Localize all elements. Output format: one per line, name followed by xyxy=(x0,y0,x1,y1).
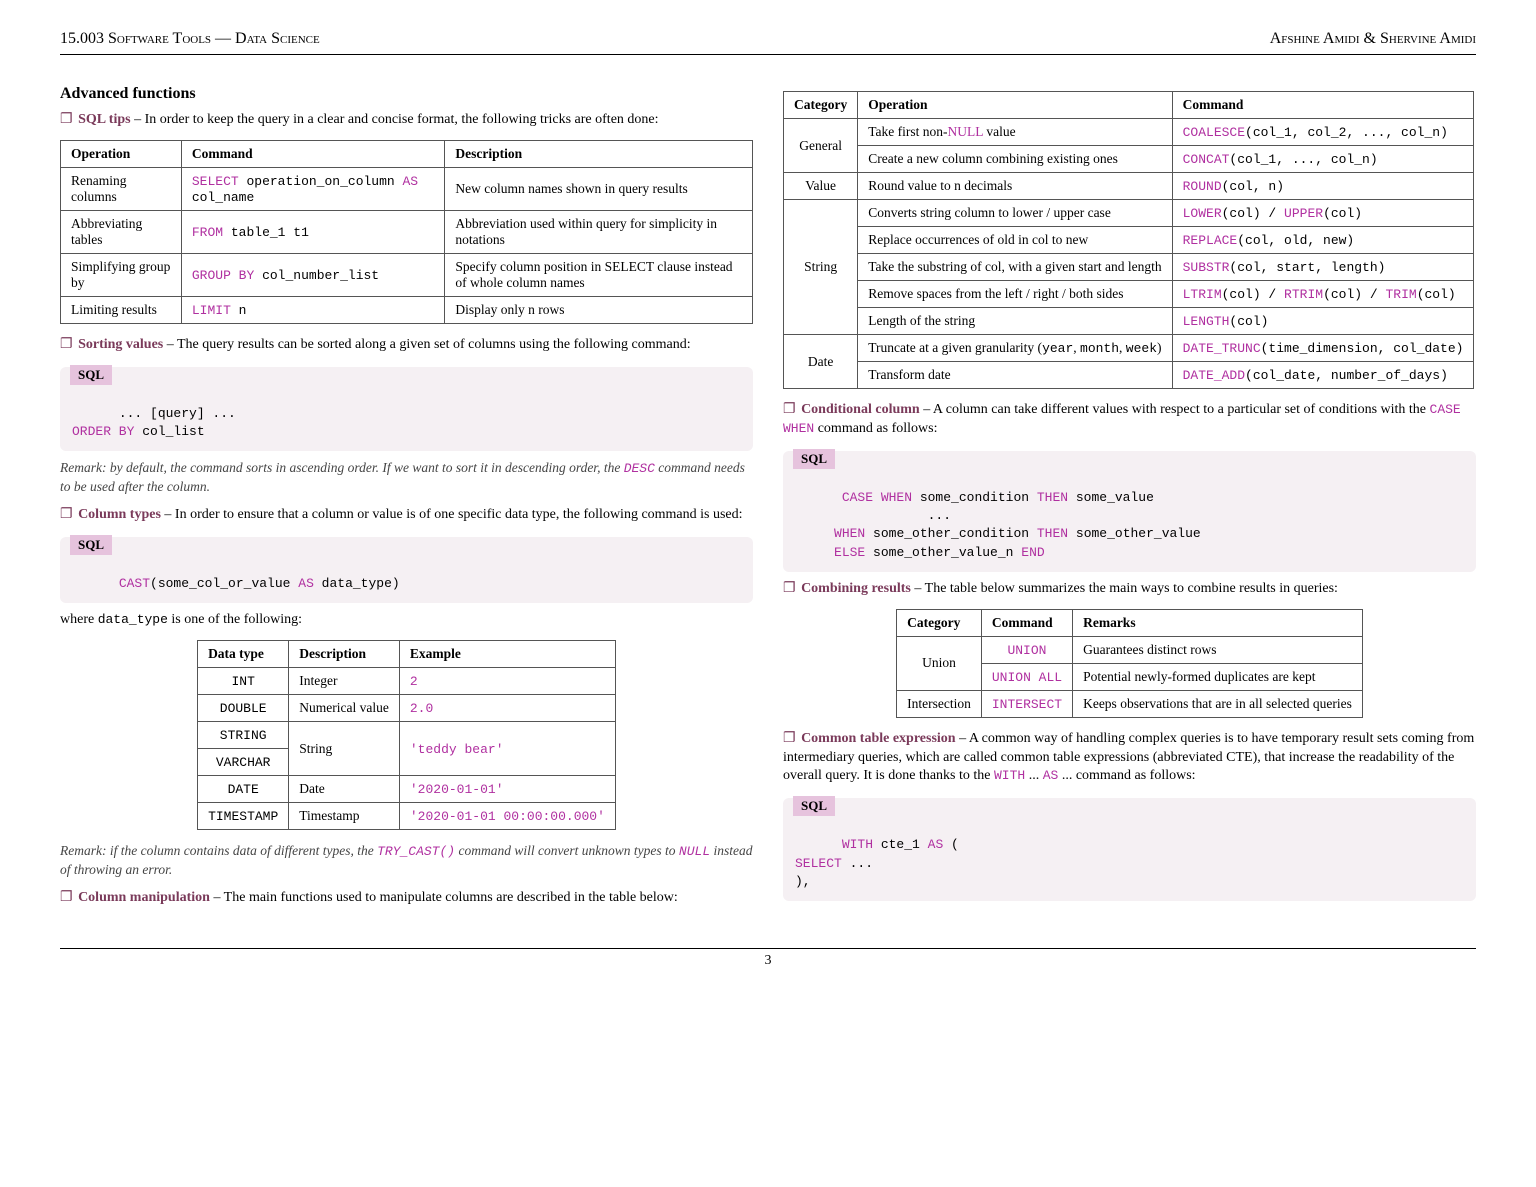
table-row: STRINGString'teddy bear' xyxy=(198,722,616,749)
header-right: Afshine Amidi & Shervine Amidi xyxy=(1270,30,1476,48)
code-lang: SQL xyxy=(793,796,835,816)
conditional-label: Conditional column xyxy=(801,402,920,417)
types-remark: Remark: if the column contains data of d… xyxy=(60,842,753,879)
table-header: Description xyxy=(445,140,753,167)
section-title: Advanced functions xyxy=(60,85,753,103)
table-row: Take the substring of col, with a given … xyxy=(784,254,1474,281)
cte-code: SQLWITH cte_1 AS ( SELECT ... ), xyxy=(783,798,1476,901)
table-header: Command xyxy=(981,609,1072,636)
table-header: Remarks xyxy=(1073,609,1363,636)
page-footer: 3 xyxy=(60,948,1476,969)
bullet-icon: ❐ xyxy=(60,337,73,352)
coltypes-code: SQLCAST(some_col_or_value AS data_type) xyxy=(60,537,753,603)
conditional-para: ❐ Conditional column – A column can take… xyxy=(783,401,1476,439)
coltypes-text: – In order to ensure that a column or va… xyxy=(161,507,743,522)
table-row: Replace occurrences of old in col to new… xyxy=(784,227,1474,254)
tips-table: OperationCommandDescriptionRenaming colu… xyxy=(60,140,753,324)
table-row: INTInteger2 xyxy=(198,668,616,695)
page-number: 3 xyxy=(765,953,772,968)
table-row: Limiting resultsLIMIT nDisplay only n ro… xyxy=(61,296,753,323)
bullet-icon: ❐ xyxy=(60,890,73,905)
left-column: Advanced functions ❐ SQL tips – In order… xyxy=(60,85,753,918)
table-header: Category xyxy=(784,92,858,119)
table-row: DOUBLENumerical value2.0 xyxy=(198,695,616,722)
sorting-para: ❐ Sorting values – The query results can… xyxy=(60,336,753,355)
colmanip-para: ❐ Column manipulation – The main functio… xyxy=(60,889,753,908)
code-lang: SQL xyxy=(70,365,112,385)
table-row: Renaming columnsSELECT operation_on_colu… xyxy=(61,167,753,210)
table-header: Category xyxy=(897,609,982,636)
coltypes-after: where data_type is one of the following: xyxy=(60,611,753,630)
table-row: TIMESTAMPTimestamp'2020-01-01 00:00:00.0… xyxy=(198,803,616,830)
combining-para: ❐ Combining results – The table below su… xyxy=(783,580,1476,599)
bullet-icon: ❐ xyxy=(783,581,796,596)
sorting-label: Sorting values xyxy=(78,337,163,352)
func-table: CategoryOperationCommandGeneralTake firs… xyxy=(783,91,1474,389)
bullet-icon: ❐ xyxy=(783,731,796,746)
cte-para: ❐ Common table expression – A common way… xyxy=(783,730,1476,787)
table-header: Operation xyxy=(61,140,182,167)
sorting-remark: Remark: by default, the command sorts in… xyxy=(60,459,753,496)
table-row: Length of the stringLENGTH(col) xyxy=(784,308,1474,335)
table-row: DATEDate'2020-01-01' xyxy=(198,776,616,803)
table-row: Remove spaces from the left / right / bo… xyxy=(784,281,1474,308)
page-header: 15.003 Software Tools — Data Science Afs… xyxy=(60,30,1476,55)
bullet-icon: ❐ xyxy=(783,402,796,417)
table-row: UnionUNIONGuarantees distinct rows xyxy=(897,636,1363,663)
sorting-text: – The query results can be sorted along … xyxy=(163,337,690,352)
cte-label: Common table expression xyxy=(801,731,956,746)
coltypes-para: ❐ Column types – In order to ensure that… xyxy=(60,506,753,525)
coltypes-label: Column types xyxy=(78,507,161,522)
sql-tips-text: – In order to keep the query in a clear … xyxy=(131,112,659,127)
right-column: CategoryOperationCommandGeneralTake firs… xyxy=(783,85,1476,918)
table-header: Command xyxy=(181,140,444,167)
conditional-code: SQLCASE WHEN some_condition THEN some_va… xyxy=(783,451,1476,572)
table-header: Command xyxy=(1172,92,1474,119)
table-row: ValueRound value to n decimalsROUND(col,… xyxy=(784,173,1474,200)
sql-tips-para: ❐ SQL tips – In order to keep the query … xyxy=(60,111,753,130)
sorting-code: SQL... [query] ... ORDER BY col_list xyxy=(60,367,753,452)
sql-tips-label: SQL tips xyxy=(78,112,131,127)
bullet-icon: ❐ xyxy=(60,507,73,522)
table-row: Create a new column combining existing o… xyxy=(784,146,1474,173)
combining-text: – The table below summarizes the main wa… xyxy=(911,581,1338,596)
table-row: DateTruncate at a given granularity (yea… xyxy=(784,335,1474,362)
table-row: StringConverts string column to lower / … xyxy=(784,200,1474,227)
table-row: Abbreviating tablesFROM table_1 t1Abbrev… xyxy=(61,210,753,253)
code-lang: SQL xyxy=(793,449,835,469)
table-header: Operation xyxy=(858,92,1172,119)
table-header: Description xyxy=(289,641,400,668)
code-lang: SQL xyxy=(70,535,112,555)
bullet-icon: ❐ xyxy=(60,112,73,127)
colmanip-text: – The main functions used to manipulate … xyxy=(210,890,678,905)
combining-label: Combining results xyxy=(801,581,911,596)
content-columns: Advanced functions ❐ SQL tips – In order… xyxy=(60,85,1476,918)
table-row: Transform dateDATE_ADD(col_date, number_… xyxy=(784,362,1474,389)
table-row: IntersectionINTERSECTKeeps observations … xyxy=(897,690,1363,717)
header-left: 15.003 Software Tools — Data Science xyxy=(60,30,320,48)
colmanip-label: Column manipulation xyxy=(78,890,210,905)
combine-table: CategoryCommandRemarksUnionUNIONGuarante… xyxy=(896,609,1363,718)
table-row: GeneralTake first non-NULL valueCOALESCE… xyxy=(784,119,1474,146)
types-table: Data typeDescriptionExampleINTInteger2DO… xyxy=(197,640,616,830)
table-row: Simplifying group byGROUP BY col_number_… xyxy=(61,253,753,296)
table-header: Example xyxy=(399,641,615,668)
table-header: Data type xyxy=(198,641,289,668)
